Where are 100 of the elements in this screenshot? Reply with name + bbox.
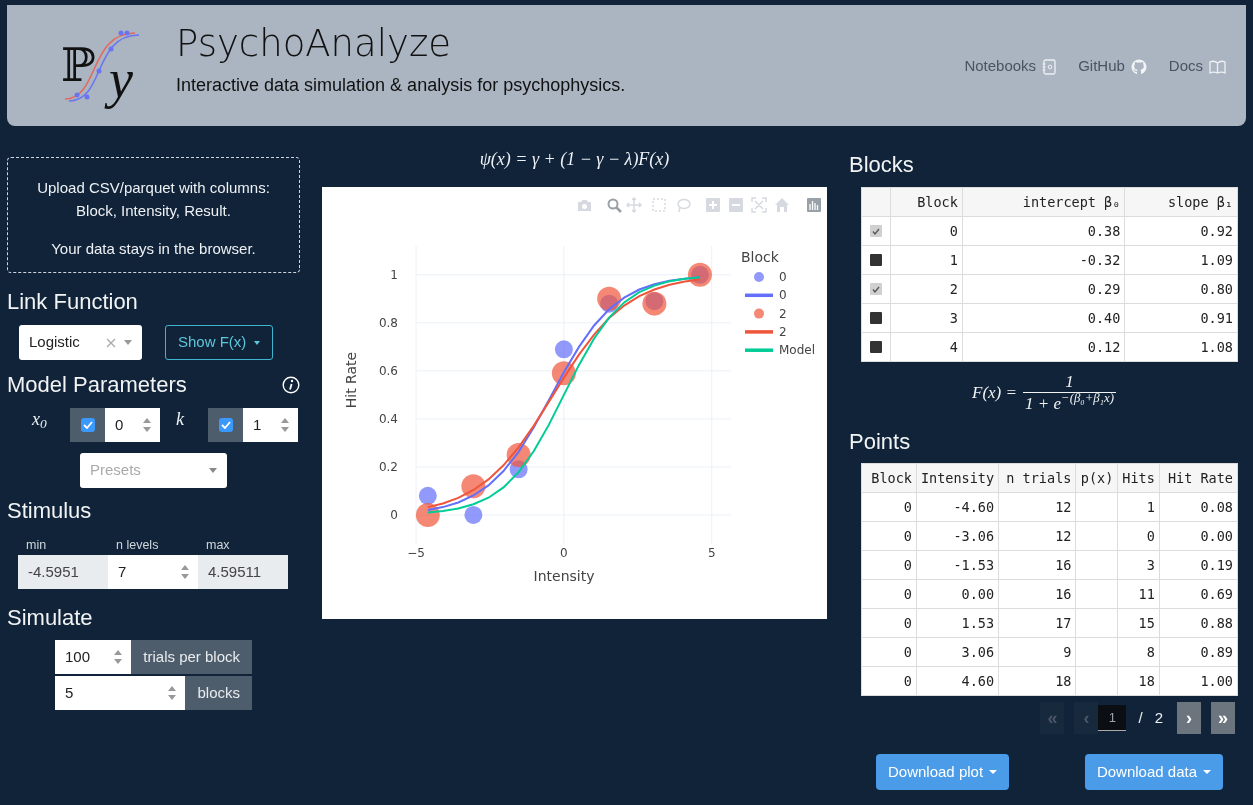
table-cell: 4.60 — [916, 666, 999, 696]
table-cell: 18 — [1117, 666, 1160, 696]
legend-label: 2 — [779, 324, 787, 339]
legend-title: Block — [741, 249, 779, 265]
table-cell: 0.12 — [962, 332, 1125, 362]
select-placeholder: Presets — [90, 460, 141, 481]
table-cell: 16 — [998, 550, 1076, 580]
table-cell: 0.80 — [1124, 274, 1238, 304]
parameter-label: x$_{0}$ — [32, 408, 48, 430]
table-cell: 15 — [1117, 608, 1160, 638]
table-cell: 17 — [998, 608, 1076, 638]
legend-label: Model — [779, 343, 816, 358]
table-cell: 1.53 — [916, 608, 999, 638]
table-cell: 0.88 — [1159, 608, 1238, 638]
table-cell: -4.60 — [916, 492, 999, 522]
section-heading: Link Function — [7, 288, 139, 316]
table-cell: 0 — [861, 550, 917, 580]
upload-instructions: Block, Intensity, Result. — [75, 201, 232, 221]
table-cell: 3.06 — [916, 637, 999, 667]
field-value: 5 — [65, 682, 74, 703]
column-header: Block — [861, 463, 917, 493]
column-header: intercept β₀ — [962, 187, 1125, 217]
tick-label: 1 — [390, 267, 398, 282]
page-separator: / — [1138, 707, 1143, 728]
tick-label: 0 — [560, 546, 568, 560]
section-heading: Blocks — [849, 151, 915, 179]
formula-numerator: 1 — [1064, 371, 1075, 392]
axis-title: Hit Rate — [343, 351, 359, 409]
select-value: Logistic — [29, 332, 80, 353]
tick-label: 5 — [707, 546, 716, 560]
table-cell: 11 — [1117, 579, 1160, 609]
table-cell: 2 — [890, 274, 963, 304]
table-cell: 0.92 — [1124, 216, 1238, 246]
table-cell: 0 — [1117, 521, 1160, 551]
field-value: -4.5951 — [28, 561, 79, 582]
table-cell: 0.00 — [916, 579, 999, 609]
table-cell: 12 — [998, 521, 1076, 551]
tick-label: 0.4 — [378, 411, 398, 426]
table-cell: 3 — [1117, 550, 1160, 580]
table-cell: 1.09 — [1124, 245, 1238, 275]
table-cell: 1.00 — [1159, 666, 1238, 696]
axis-title: Intensity — [533, 568, 595, 584]
table-cell: 1 — [1117, 492, 1160, 522]
field-value: 100 — [65, 646, 91, 667]
table-cell: 0.19 — [1159, 550, 1238, 580]
table-cell: 1 — [890, 245, 963, 275]
app-subtitle: Interactive data simulation & analysis for psychophysics. — [176, 74, 626, 98]
table-cell: 0 — [890, 216, 963, 246]
field-value: 4.59511 — [208, 561, 262, 582]
section-heading: Model Parameters — [7, 371, 187, 399]
table-cell: 0 — [861, 666, 917, 696]
table-cell: 16 — [998, 579, 1076, 609]
logo-drawing: ℙ y — [59, 18, 154, 109]
table-cell: 18 — [998, 666, 1076, 696]
table-cell: 0 — [861, 637, 917, 667]
table-cell: 0.29 — [962, 274, 1125, 304]
table-cell: 0 — [861, 579, 917, 609]
column-header: n trials — [998, 463, 1076, 493]
table-cell: 1.08 — [1124, 332, 1238, 362]
upload-note: Your data stays in the browser. — [50, 239, 257, 259]
tick-label: 0.8 — [378, 315, 398, 330]
field-label: min — [25, 537, 48, 554]
column-header: Hits — [1117, 463, 1160, 493]
field-value: 0 — [115, 414, 124, 435]
table-cell: -3.06 — [916, 521, 999, 551]
section-heading: Stimulus — [7, 497, 93, 525]
table-cell: 4 — [890, 332, 963, 362]
app-title: PsychoAnalyze — [176, 23, 453, 65]
legend-label: 2 — [779, 306, 787, 321]
section-heading: Simulate — [7, 603, 94, 632]
table-cell: 0.89 — [1159, 637, 1238, 667]
page-total: 2 — [1154, 707, 1163, 728]
input-addon: blocks — [185, 675, 252, 710]
tick-label: 0.6 — [378, 363, 398, 378]
field-value: 1 — [253, 414, 262, 435]
column-header: slope β₁ — [1124, 187, 1238, 217]
column-header: Hit Rate — [1159, 463, 1238, 493]
field-value: 7 — [118, 561, 127, 582]
table-cell: 8 — [1117, 637, 1160, 667]
tick-label: −5 — [407, 546, 425, 560]
input-addon: trials per block — [131, 639, 252, 674]
table-cell: 0 — [861, 608, 917, 638]
table-cell: -1.53 — [916, 550, 999, 580]
column-header: p(x) — [1075, 463, 1118, 493]
column-header: Block — [890, 187, 963, 217]
parameter-label: k — [175, 408, 185, 430]
formula-denominator: 1 + e$^{−(β₀+β₁x)}$ — [1024, 392, 1115, 415]
tick-label: 0 — [390, 508, 398, 522]
table-cell: 12 — [998, 492, 1076, 522]
section-heading: Points — [849, 428, 912, 456]
table-cell: 0.40 — [962, 303, 1125, 333]
table-cell: 0.00 — [1159, 521, 1238, 551]
field-label: n levels — [115, 537, 160, 554]
table-cell: 0.91 — [1124, 303, 1238, 333]
legend-label: 0 — [779, 288, 787, 303]
table-cell: 3 — [890, 303, 963, 333]
table-cell: 9 — [998, 637, 1076, 667]
table-cell: -0.32 — [962, 245, 1125, 275]
table-cell: 0 — [861, 492, 917, 522]
column-header: Intensity — [916, 463, 999, 493]
